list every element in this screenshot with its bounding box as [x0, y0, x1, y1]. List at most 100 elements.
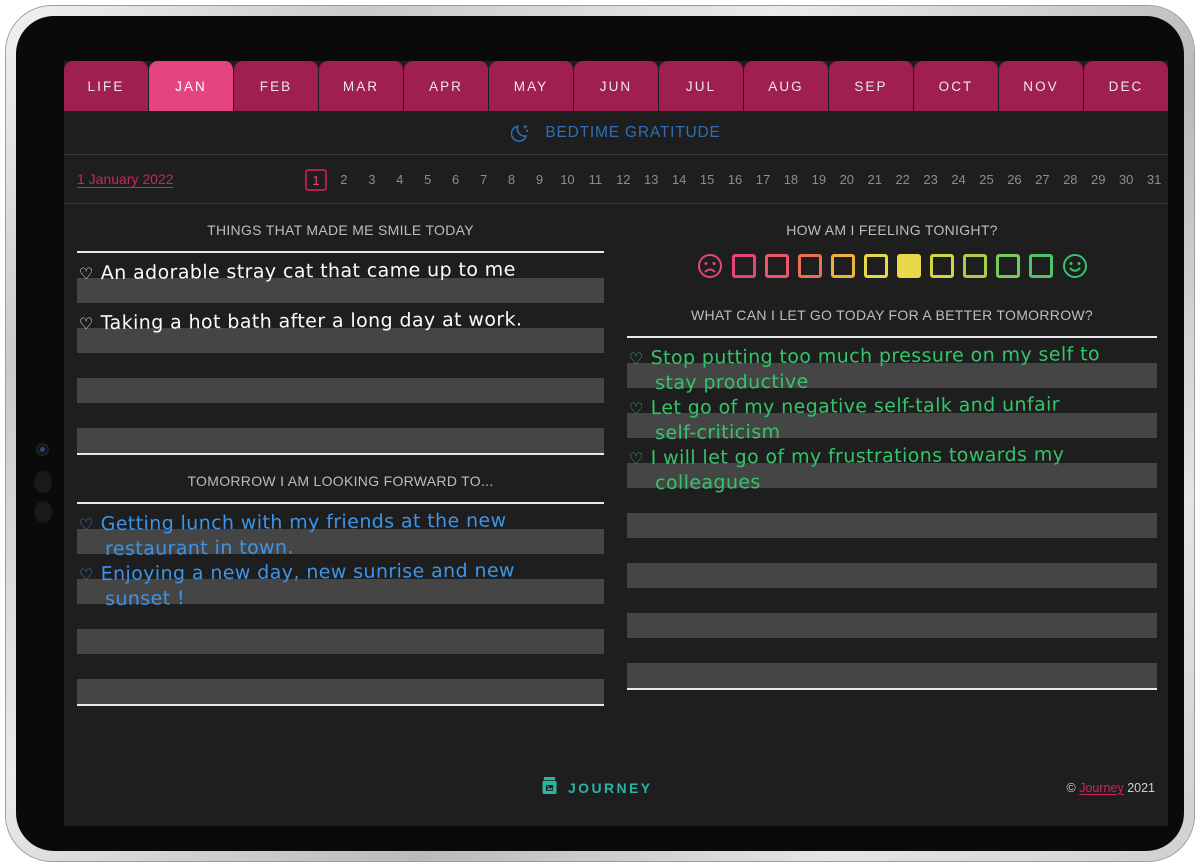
ruled-line [77, 428, 604, 453]
tab-label: LIFE [87, 78, 125, 94]
tab-label: DEC [1108, 78, 1144, 94]
day-30[interactable]: 30 [1112, 172, 1140, 187]
ruled-line [627, 338, 1157, 363]
day-25[interactable]: 25 [973, 172, 1001, 187]
happy-face-icon[interactable] [1062, 253, 1088, 279]
day-27[interactable]: 27 [1028, 172, 1056, 187]
mood-swatch-10[interactable] [1028, 254, 1053, 278]
sad-face-icon[interactable] [697, 253, 723, 279]
day-17[interactable]: 17 [749, 172, 777, 187]
tab-jun[interactable]: JUN [574, 61, 659, 111]
tab-sep[interactable]: SEP [829, 61, 914, 111]
day-10[interactable]: 10 [553, 172, 581, 187]
ruled-line [627, 538, 1157, 563]
day-12[interactable]: 12 [609, 172, 637, 187]
day-selector: 1 2 3 4 5 6 7 8 9 10 11 12 13 14 15 16 17 18 19 20 21 22 23 24 2… [302, 155, 1168, 204]
ruled-line [77, 278, 604, 303]
mood-swatch-6[interactable] [896, 254, 921, 278]
ruled-line [627, 363, 1157, 388]
ruled-line [627, 513, 1157, 538]
day-5[interactable]: 5 [414, 172, 442, 187]
day-3[interactable]: 3 [358, 172, 386, 187]
ruled-line [77, 378, 604, 403]
volume-down-button[interactable] [34, 501, 52, 523]
day-6[interactable]: 6 [442, 172, 470, 187]
tab-dec[interactable]: DEC [1084, 61, 1168, 111]
ruled-line [77, 654, 604, 679]
tab-label: OCT [938, 78, 974, 94]
tablet-bezel: LIFE JAN FEB MAR APR MAY JUN JUL AUG SEP OCT NOV DEC… [16, 16, 1184, 851]
day-14[interactable]: 14 [665, 172, 693, 187]
tab-nov[interactable]: NOV [999, 61, 1084, 111]
day-13[interactable]: 13 [637, 172, 665, 187]
day-18[interactable]: 18 [777, 172, 805, 187]
ruled-line [627, 463, 1157, 488]
tab-feb[interactable]: FEB [234, 61, 319, 111]
mood-swatch-3[interactable] [797, 254, 822, 278]
day-7[interactable]: 7 [470, 172, 498, 187]
section-title-mood: HOW AM I FEELING TONIGHT? [786, 222, 998, 238]
tab-jan[interactable]: JAN [149, 61, 234, 111]
tab-label: AUG [768, 78, 804, 94]
day-19[interactable]: 19 [805, 172, 833, 187]
tab-label: JAN [175, 78, 207, 94]
ruled-line [77, 303, 604, 328]
day-11[interactable]: 11 [581, 172, 609, 187]
tab-label: MAY [513, 78, 549, 94]
section-title-letgo: WHAT CAN I LET GO TODAY FOR A BETTER TOM… [691, 307, 1093, 323]
brand-name: JOURNEY [568, 780, 653, 796]
day-4[interactable]: 4 [386, 172, 414, 187]
entry-area-smile[interactable]: ♡ An adorable stray cat that came up to m… [77, 251, 604, 455]
mood-swatch-9[interactable] [995, 254, 1020, 278]
day-8[interactable]: 8 [498, 172, 526, 187]
day-31[interactable]: 31 [1140, 172, 1168, 187]
copyright-link[interactable]: Journey [1079, 781, 1123, 795]
tab-may[interactable]: MAY [489, 61, 574, 111]
mood-swatch-7[interactable] [929, 254, 954, 278]
journal-body: THINGS THAT MADE ME SMILE TODAY ♡ An ador… [64, 204, 1168, 826]
day-26[interactable]: 26 [1000, 172, 1028, 187]
page-title: BEDTIME GRATITUDE [545, 123, 721, 141]
tab-apr[interactable]: APR [404, 61, 489, 111]
tab-mar[interactable]: MAR [319, 61, 404, 111]
entry-area-tomorrow[interactable]: ♡ Getting lunch with my friends at the ne… [77, 502, 604, 706]
ruled-line [627, 588, 1157, 613]
day-16[interactable]: 16 [721, 172, 749, 187]
day-2[interactable]: 2 [330, 172, 358, 187]
mood-swatch-8[interactable] [962, 254, 987, 278]
day-28[interactable]: 28 [1056, 172, 1084, 187]
day-20[interactable]: 20 [833, 172, 861, 187]
day-29[interactable]: 29 [1084, 172, 1112, 187]
volume-up-button[interactable] [34, 471, 52, 493]
tab-jul[interactable]: JUL [659, 61, 744, 111]
day-24[interactable]: 24 [945, 172, 973, 187]
ruled-line [77, 579, 604, 604]
tab-label: JUN [599, 78, 633, 94]
tab-label: APR [428, 78, 464, 94]
day-23[interactable]: 23 [917, 172, 945, 187]
day-1[interactable]: 1 [305, 168, 327, 191]
day-21[interactable]: 21 [861, 172, 889, 187]
brand-logo[interactable]: JOURNEY [541, 776, 652, 800]
tab-aug[interactable]: AUG [744, 61, 829, 111]
mood-swatch-5[interactable] [863, 254, 888, 278]
entry-area-letgo[interactable]: ♡ Stop putting too much pressure on my se… [627, 336, 1157, 690]
day-15[interactable]: 15 [693, 172, 721, 187]
section-title-smile: THINGS THAT MADE ME SMILE TODAY [207, 222, 474, 238]
mood-swatch-4[interactable] [830, 254, 855, 278]
date-bar: 1 January 2022 1 2 3 4 5 6 7 8 9 10 11 12 13 14 15 16 17… [64, 155, 1168, 204]
day-9[interactable]: 9 [526, 172, 554, 187]
tab-label: FEB [259, 78, 293, 94]
ruled-line [627, 638, 1157, 663]
copyright-symbol: © [1066, 781, 1076, 795]
right-column: HOW AM I FEELING TONIGHT? WHAT CAN I LET… [627, 204, 1157, 690]
mood-scale [627, 251, 1157, 289]
tab-oct[interactable]: OCT [914, 61, 999, 111]
ruled-line [77, 604, 604, 629]
current-date-label[interactable]: 1 January 2022 [77, 171, 174, 187]
mood-swatch-2[interactable] [764, 254, 789, 278]
tab-life[interactable]: LIFE [64, 61, 149, 111]
day-22[interactable]: 22 [889, 172, 917, 187]
mood-swatch-1[interactable] [731, 254, 756, 278]
ruled-line [77, 629, 604, 654]
